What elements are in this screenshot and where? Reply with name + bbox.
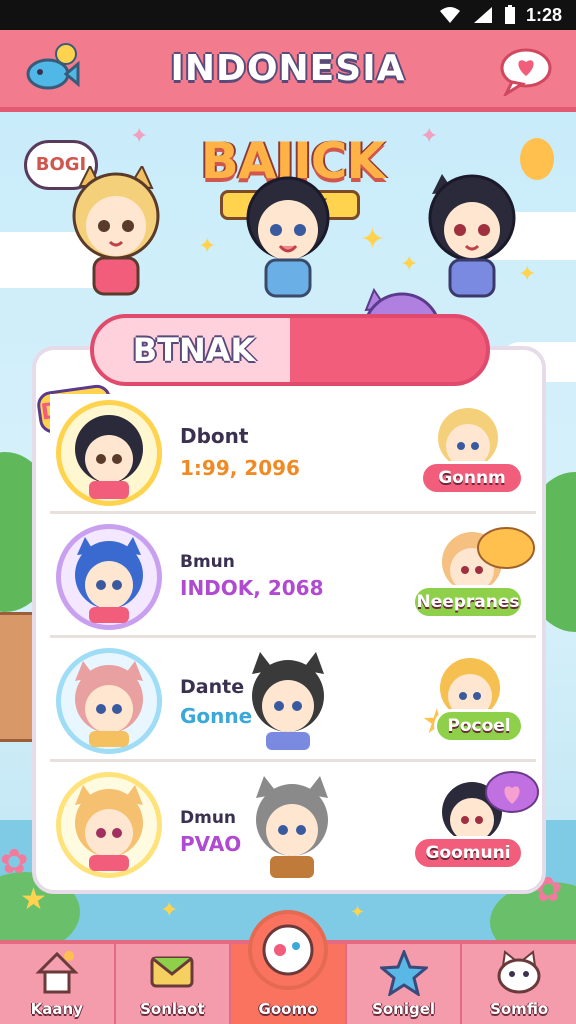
list-item[interactable]: Dbont 1:99, 2096 Gonnm	[50, 394, 536, 514]
avatar	[56, 524, 162, 630]
home-icon	[35, 951, 79, 994]
list-item[interactable]: Dante Gonne ★ Pocoel	[50, 642, 536, 762]
status-bar: 1:28	[0, 0, 576, 30]
page-title: INDONESIA	[170, 48, 406, 89]
heart-bubble-icon	[485, 771, 539, 813]
list-item[interactable]: Dmun PVAO Goomuni	[50, 766, 539, 886]
clock: 1:28	[525, 4, 562, 25]
nav-item-mail[interactable]: Sonlaot	[116, 944, 232, 1024]
nav-label: Goomo	[258, 1000, 318, 1018]
chat-heart-icon	[500, 48, 552, 99]
battery-icon	[504, 5, 515, 24]
row-title: Dbont	[180, 424, 249, 448]
center-game-icon	[262, 924, 314, 976]
sparkle-icon: ✦	[198, 234, 217, 259]
sparkle-icon: ✦	[160, 898, 179, 923]
row-title: Dmun	[180, 808, 237, 828]
chibi-boy-dark	[246, 176, 330, 298]
chibi-cat-boy	[252, 652, 324, 750]
avatar	[56, 400, 162, 506]
cat-face-icon	[497, 950, 541, 994]
avatar-face-icon	[75, 661, 143, 747]
nav-item-star[interactable]: Sonigel	[347, 944, 463, 1024]
avatar-face-icon	[75, 537, 143, 623]
sparkle-icon: ✦	[130, 124, 149, 149]
sparkle-icon: ✦	[350, 902, 366, 923]
nav-label: Somfio	[490, 1000, 549, 1018]
row-title: Bmun	[180, 552, 235, 572]
avatar	[56, 772, 162, 878]
star-icon	[379, 950, 428, 996]
row-subtitle: INDOK, 2068	[180, 576, 324, 600]
wifi-icon	[439, 7, 460, 23]
nav-item-home[interactable]: Kaany	[0, 944, 116, 1024]
nav-item-center[interactable]: Goomo	[231, 910, 347, 1024]
mail-icon	[150, 956, 194, 988]
signal-icon	[473, 7, 492, 23]
status-badge[interactable]: Gonnm	[420, 461, 524, 495]
sparkle-icon: ✦	[360, 222, 386, 257]
row-subtitle: 1:99, 2096	[180, 456, 300, 480]
row-subtitle: PVAO	[180, 832, 242, 856]
status-badge[interactable]: Goomuni	[412, 836, 524, 870]
chat-heart-button[interactable]	[496, 42, 554, 99]
status-badge[interactable]: Neepranes	[412, 585, 524, 619]
nav-label: Kaany	[30, 1000, 83, 1018]
nav-item-cat[interactable]: Somfio	[462, 944, 576, 1024]
speech-bubble-icon	[477, 527, 535, 569]
tab-active[interactable]: BTNAK	[94, 318, 294, 382]
app-header: INDONESIA	[0, 30, 576, 112]
sparkle-icon: ✦	[420, 124, 439, 149]
tab-strip: BTNAK	[90, 314, 490, 386]
status-badge[interactable]: Pocoel	[434, 709, 524, 743]
avatar-face-icon	[75, 415, 143, 499]
list-item[interactable]: Bmun INDOK, 2068 Neepranes	[50, 518, 536, 638]
row-title: Dante	[180, 676, 245, 698]
chibi-cat-boy	[256, 776, 328, 878]
avatar	[56, 648, 162, 754]
fish-chat-button[interactable]	[22, 42, 80, 96]
bottom-nav: Kaany Sonlaot Goomo Sonigel Somfio	[0, 910, 576, 1024]
tab-label: BTNAK	[132, 331, 256, 369]
chibi-girl-blonde	[72, 166, 160, 296]
chibi-girl-black	[428, 174, 516, 298]
flower-icon: ✿	[0, 842, 29, 882]
nav-label: Sonigel	[372, 1000, 436, 1018]
fish-chat-icon	[26, 43, 80, 90]
avatar-face-icon	[75, 785, 143, 871]
row-subtitle: Gonne	[180, 704, 253, 728]
nav-label: Sonlaot	[140, 1000, 205, 1018]
